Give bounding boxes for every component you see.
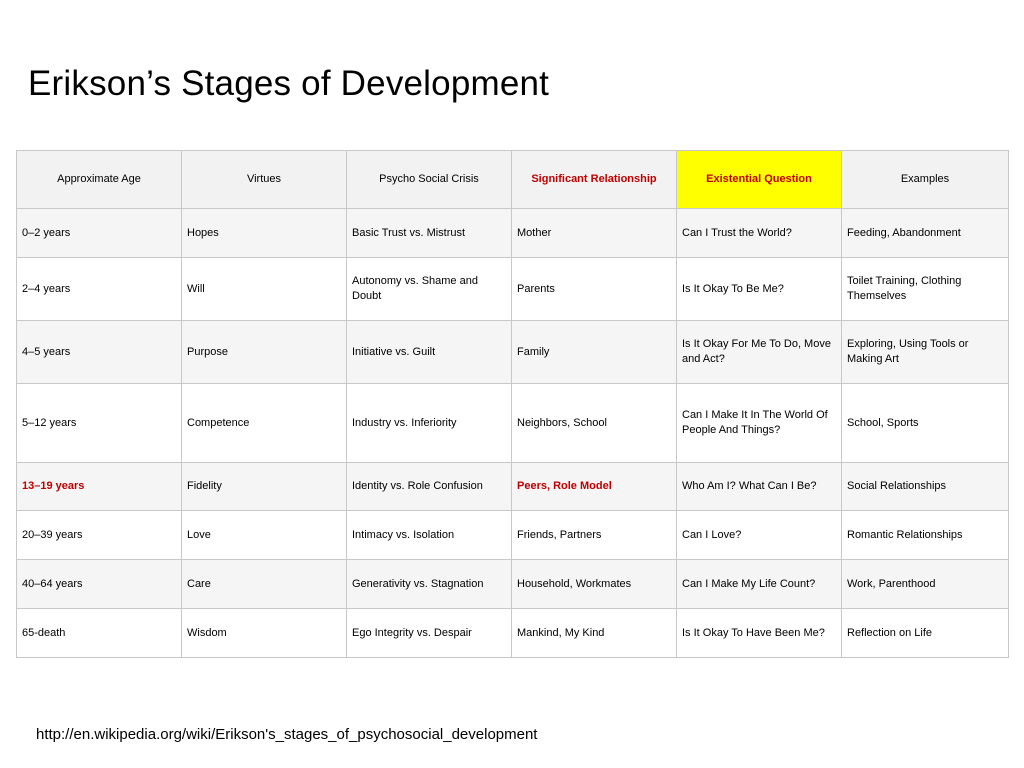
cell-relationship: Peers, Role Model	[511, 462, 677, 511]
cell-relationship: Parents	[511, 257, 677, 321]
cell-examples: Feeding, Abandonment	[841, 208, 1009, 258]
cell-relationship: Family	[511, 320, 677, 384]
table-row: 5–12 years Competence Industry vs. Infer…	[16, 383, 1009, 463]
cell-question: Can I Make It In The World Of People And…	[676, 383, 842, 463]
cell-question: Can I Love?	[676, 510, 842, 560]
cell-question: Is It Okay To Be Me?	[676, 257, 842, 321]
table-row: 0–2 years Hopes Basic Trust vs. Mistrust…	[16, 208, 1009, 258]
cell-virtue: Purpose	[181, 320, 347, 384]
cell-virtue: Care	[181, 559, 347, 609]
cell-crisis: Industry vs. Inferiority	[346, 383, 512, 463]
cell-age: 0–2 years	[16, 208, 182, 258]
table-row: 13–19 years Fidelity Identity vs. Role C…	[16, 462, 1009, 511]
cell-virtue: Hopes	[181, 208, 347, 258]
cell-examples: School, Sports	[841, 383, 1009, 463]
cell-question: Can I Make My Life Count?	[676, 559, 842, 609]
cell-age: 65-death	[16, 608, 182, 658]
cell-question: Is It Okay For Me To Do, Move and Act?	[676, 320, 842, 384]
table-row: 2–4 years Will Autonomy vs. Shame and Do…	[16, 257, 1009, 321]
cell-relationship: Mother	[511, 208, 677, 258]
cell-examples: Romantic Relationships	[841, 510, 1009, 560]
cell-virtue: Will	[181, 257, 347, 321]
table-row: 40–64 years Care Generativity vs. Stagna…	[16, 559, 1009, 609]
cell-relationship: Household, Workmates	[511, 559, 677, 609]
source-link[interactable]: http://en.wikipedia.org/wiki/Erikson's_s…	[36, 726, 537, 743]
cell-age: 4–5 years	[16, 320, 182, 384]
cell-virtue: Fidelity	[181, 462, 347, 511]
cell-virtue: Love	[181, 510, 347, 560]
cell-virtue: Wisdom	[181, 608, 347, 658]
header-virtues: Virtues	[181, 150, 347, 209]
cell-question: Is It Okay To Have Been Me?	[676, 608, 842, 658]
header-significant-relationship: Significant Relationship	[511, 150, 677, 209]
slide-title: Erikson’s Stages of Development	[28, 64, 550, 103]
cell-crisis: Identity vs. Role Confusion	[346, 462, 512, 511]
header-examples: Examples	[841, 150, 1009, 209]
cell-examples: Toilet Training, Clothing Themselves	[841, 257, 1009, 321]
cell-age: 13–19 years	[16, 462, 182, 511]
cell-examples: Exploring, Using Tools or Making Art	[841, 320, 1009, 384]
cell-examples: Reflection on Life	[841, 608, 1009, 658]
table-header-row: Approximate Age Virtues Psycho Social Cr…	[16, 150, 1009, 209]
cell-relationship: Neighbors, School	[511, 383, 677, 463]
cell-age: 40–64 years	[16, 559, 182, 609]
table-row: 20–39 years Love Intimacy vs. Isolation …	[16, 510, 1009, 560]
cell-crisis: Intimacy vs. Isolation	[346, 510, 512, 560]
header-approximate-age: Approximate Age	[16, 150, 182, 209]
cell-age: 20–39 years	[16, 510, 182, 560]
cell-crisis: Ego Integrity vs. Despair	[346, 608, 512, 658]
stages-table: Approximate Age Virtues Psycho Social Cr…	[16, 150, 1009, 658]
cell-relationship: Mankind, My Kind	[511, 608, 677, 658]
cell-question: Who Am I? What Can I Be?	[676, 462, 842, 511]
cell-crisis: Initiative vs. Guilt	[346, 320, 512, 384]
cell-age: 5–12 years	[16, 383, 182, 463]
header-existential-question: Existential Question	[676, 150, 842, 209]
cell-crisis: Autonomy vs. Shame and Doubt	[346, 257, 512, 321]
cell-crisis: Generativity vs. Stagnation	[346, 559, 512, 609]
cell-examples: Social Relationships	[841, 462, 1009, 511]
table-row: 4–5 years Purpose Initiative vs. Guilt F…	[16, 320, 1009, 384]
cell-age: 2–4 years	[16, 257, 182, 321]
table-row: 65-death Wisdom Ego Integrity vs. Despai…	[16, 608, 1009, 658]
stages-table-container: Approximate Age Virtues Psycho Social Cr…	[16, 150, 1009, 658]
cell-virtue: Competence	[181, 383, 347, 463]
cell-relationship: Friends, Partners	[511, 510, 677, 560]
header-psycho-social-crisis: Psycho Social Crisis	[346, 150, 512, 209]
cell-crisis: Basic Trust vs. Mistrust	[346, 208, 512, 258]
cell-examples: Work, Parenthood	[841, 559, 1009, 609]
cell-question: Can I Trust the World?	[676, 208, 842, 258]
